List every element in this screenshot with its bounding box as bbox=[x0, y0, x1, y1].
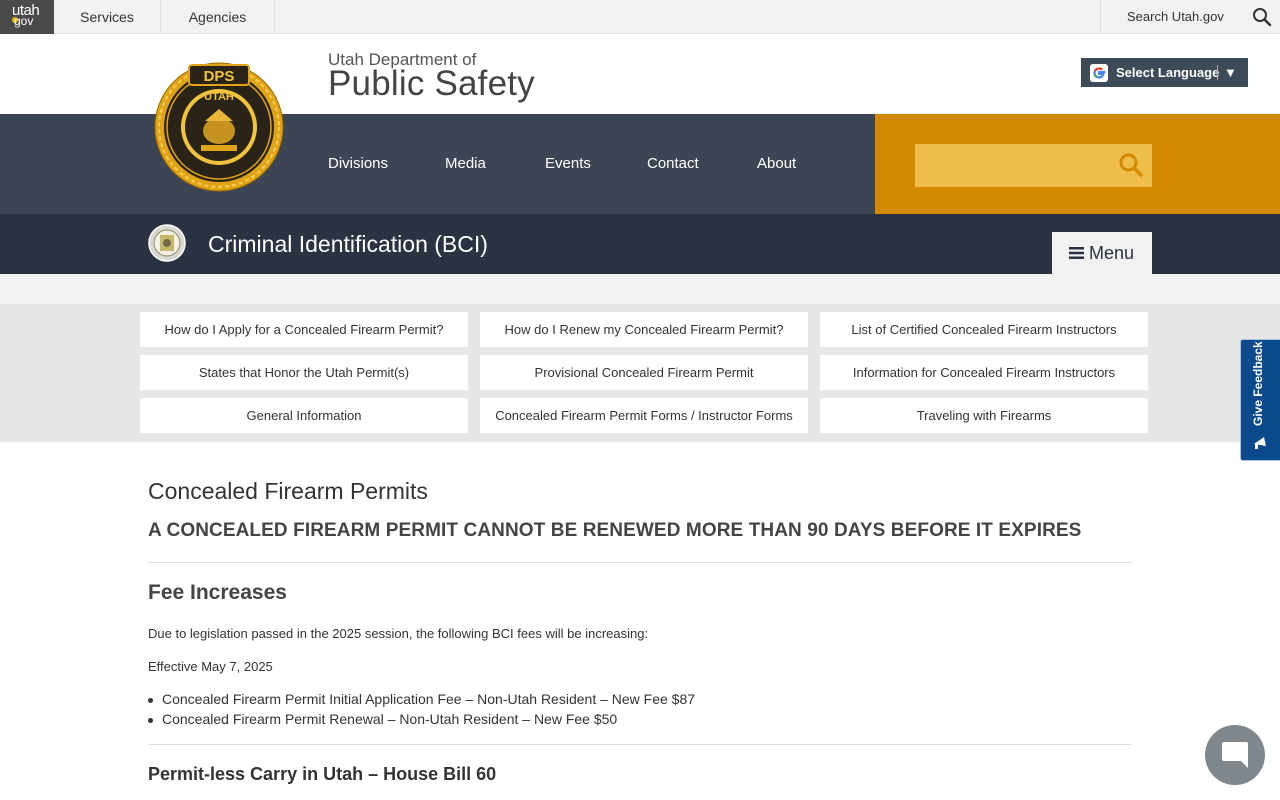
fee-intro-text: Due to legislation passed in the 2025 se… bbox=[148, 626, 649, 641]
utah-gov-topbar: utah gov Services Agencies Search Utah.g… bbox=[0, 0, 1280, 34]
search-utah-gov-button[interactable]: Search Utah.gov bbox=[1100, 0, 1280, 34]
select-language-label: Select Language bbox=[1116, 65, 1220, 80]
effective-date-text: Effective May 7, 2025 bbox=[148, 659, 273, 674]
quick-link-provisional-permit[interactable]: Provisional Concealed Firearm Permit bbox=[480, 355, 808, 390]
quick-link-states-honor[interactable]: States that Honor the Utah Permit(s) bbox=[140, 355, 468, 390]
agencies-link[interactable]: Agencies bbox=[161, 0, 275, 34]
page-title: Concealed Firearm Permits bbox=[148, 478, 428, 504]
dps-seal-logo[interactable]: DPS UTAH bbox=[153, 53, 285, 195]
list-item: Concealed Firearm Permit Initial Applica… bbox=[147, 691, 696, 707]
nav-events[interactable]: Events bbox=[545, 114, 591, 214]
bci-title[interactable]: Criminal Identification (BCI) bbox=[208, 214, 488, 274]
dropdown-arrow-icon: ▼ bbox=[1224, 65, 1237, 80]
site-search-input[interactable] bbox=[915, 144, 1152, 187]
hamburger-icon bbox=[1069, 247, 1084, 259]
quick-link-traveling-firearms[interactable]: Traveling with Firearms bbox=[820, 398, 1148, 433]
quick-link-instructor-info[interactable]: Information for Concealed Firearm Instru… bbox=[820, 355, 1148, 390]
chat-bubble-icon bbox=[1222, 742, 1248, 768]
quick-link-general-info[interactable]: General Information bbox=[140, 398, 468, 433]
select-language-button[interactable]: Select Language ▼ bbox=[1081, 58, 1248, 87]
menu-label: Menu bbox=[1089, 243, 1135, 263]
logo-text-bottom: gov bbox=[14, 14, 34, 28]
nav-contact[interactable]: Contact bbox=[647, 114, 699, 214]
google-icon bbox=[1090, 64, 1108, 82]
nav-divisions[interactable]: Divisions bbox=[328, 114, 388, 214]
seal-top-text: DPS bbox=[204, 68, 235, 85]
menu-button[interactable]: Menu bbox=[1052, 232, 1152, 274]
seal-ring-text: UTAH bbox=[204, 91, 234, 103]
language-divider bbox=[1217, 65, 1218, 80]
search-icon bbox=[1253, 8, 1272, 27]
main-nav-bar bbox=[0, 114, 875, 214]
divider bbox=[148, 562, 1132, 563]
permitless-carry-heading: Permit-less Carry in Utah – House Bill 6… bbox=[148, 764, 497, 784]
megaphone-icon bbox=[1254, 437, 1266, 449]
fee-increases-heading: Fee Increases bbox=[148, 581, 287, 604]
quick-link-certified-instructors[interactable]: List of Certified Concealed Firearm Inst… bbox=[820, 312, 1148, 347]
search-utah-gov-label: Search Utah.gov bbox=[1127, 9, 1224, 24]
give-feedback-tab[interactable]: Give Feedback bbox=[1240, 339, 1280, 461]
bci-seal-icon bbox=[148, 224, 186, 262]
quick-link-apply-permit[interactable]: How do I Apply for a Concealed Firearm P… bbox=[140, 312, 468, 347]
spacer-band bbox=[0, 274, 1280, 304]
nav-media[interactable]: Media bbox=[445, 114, 486, 214]
quick-link-renew-permit[interactable]: How do I Renew my Concealed Firearm Perm… bbox=[480, 312, 808, 347]
department-title[interactable]: Public Safety bbox=[328, 64, 535, 104]
nav-about[interactable]: About bbox=[757, 114, 796, 214]
quick-link-permit-forms[interactable]: Concealed Firearm Permit Forms / Instruc… bbox=[480, 398, 808, 433]
give-feedback-label: Give Feedback bbox=[1251, 341, 1265, 426]
search-icon[interactable] bbox=[1118, 152, 1144, 178]
renewal-notice: A CONCEALED FIREARM PERMIT CANNOT BE REN… bbox=[148, 520, 1082, 541]
list-item: Concealed Firearm Permit Renewal – Non-U… bbox=[147, 711, 618, 727]
chat-button[interactable] bbox=[1205, 725, 1265, 785]
divider bbox=[148, 744, 1132, 745]
utah-gov-logo[interactable]: utah gov bbox=[0, 0, 54, 34]
services-link[interactable]: Services bbox=[54, 0, 161, 34]
